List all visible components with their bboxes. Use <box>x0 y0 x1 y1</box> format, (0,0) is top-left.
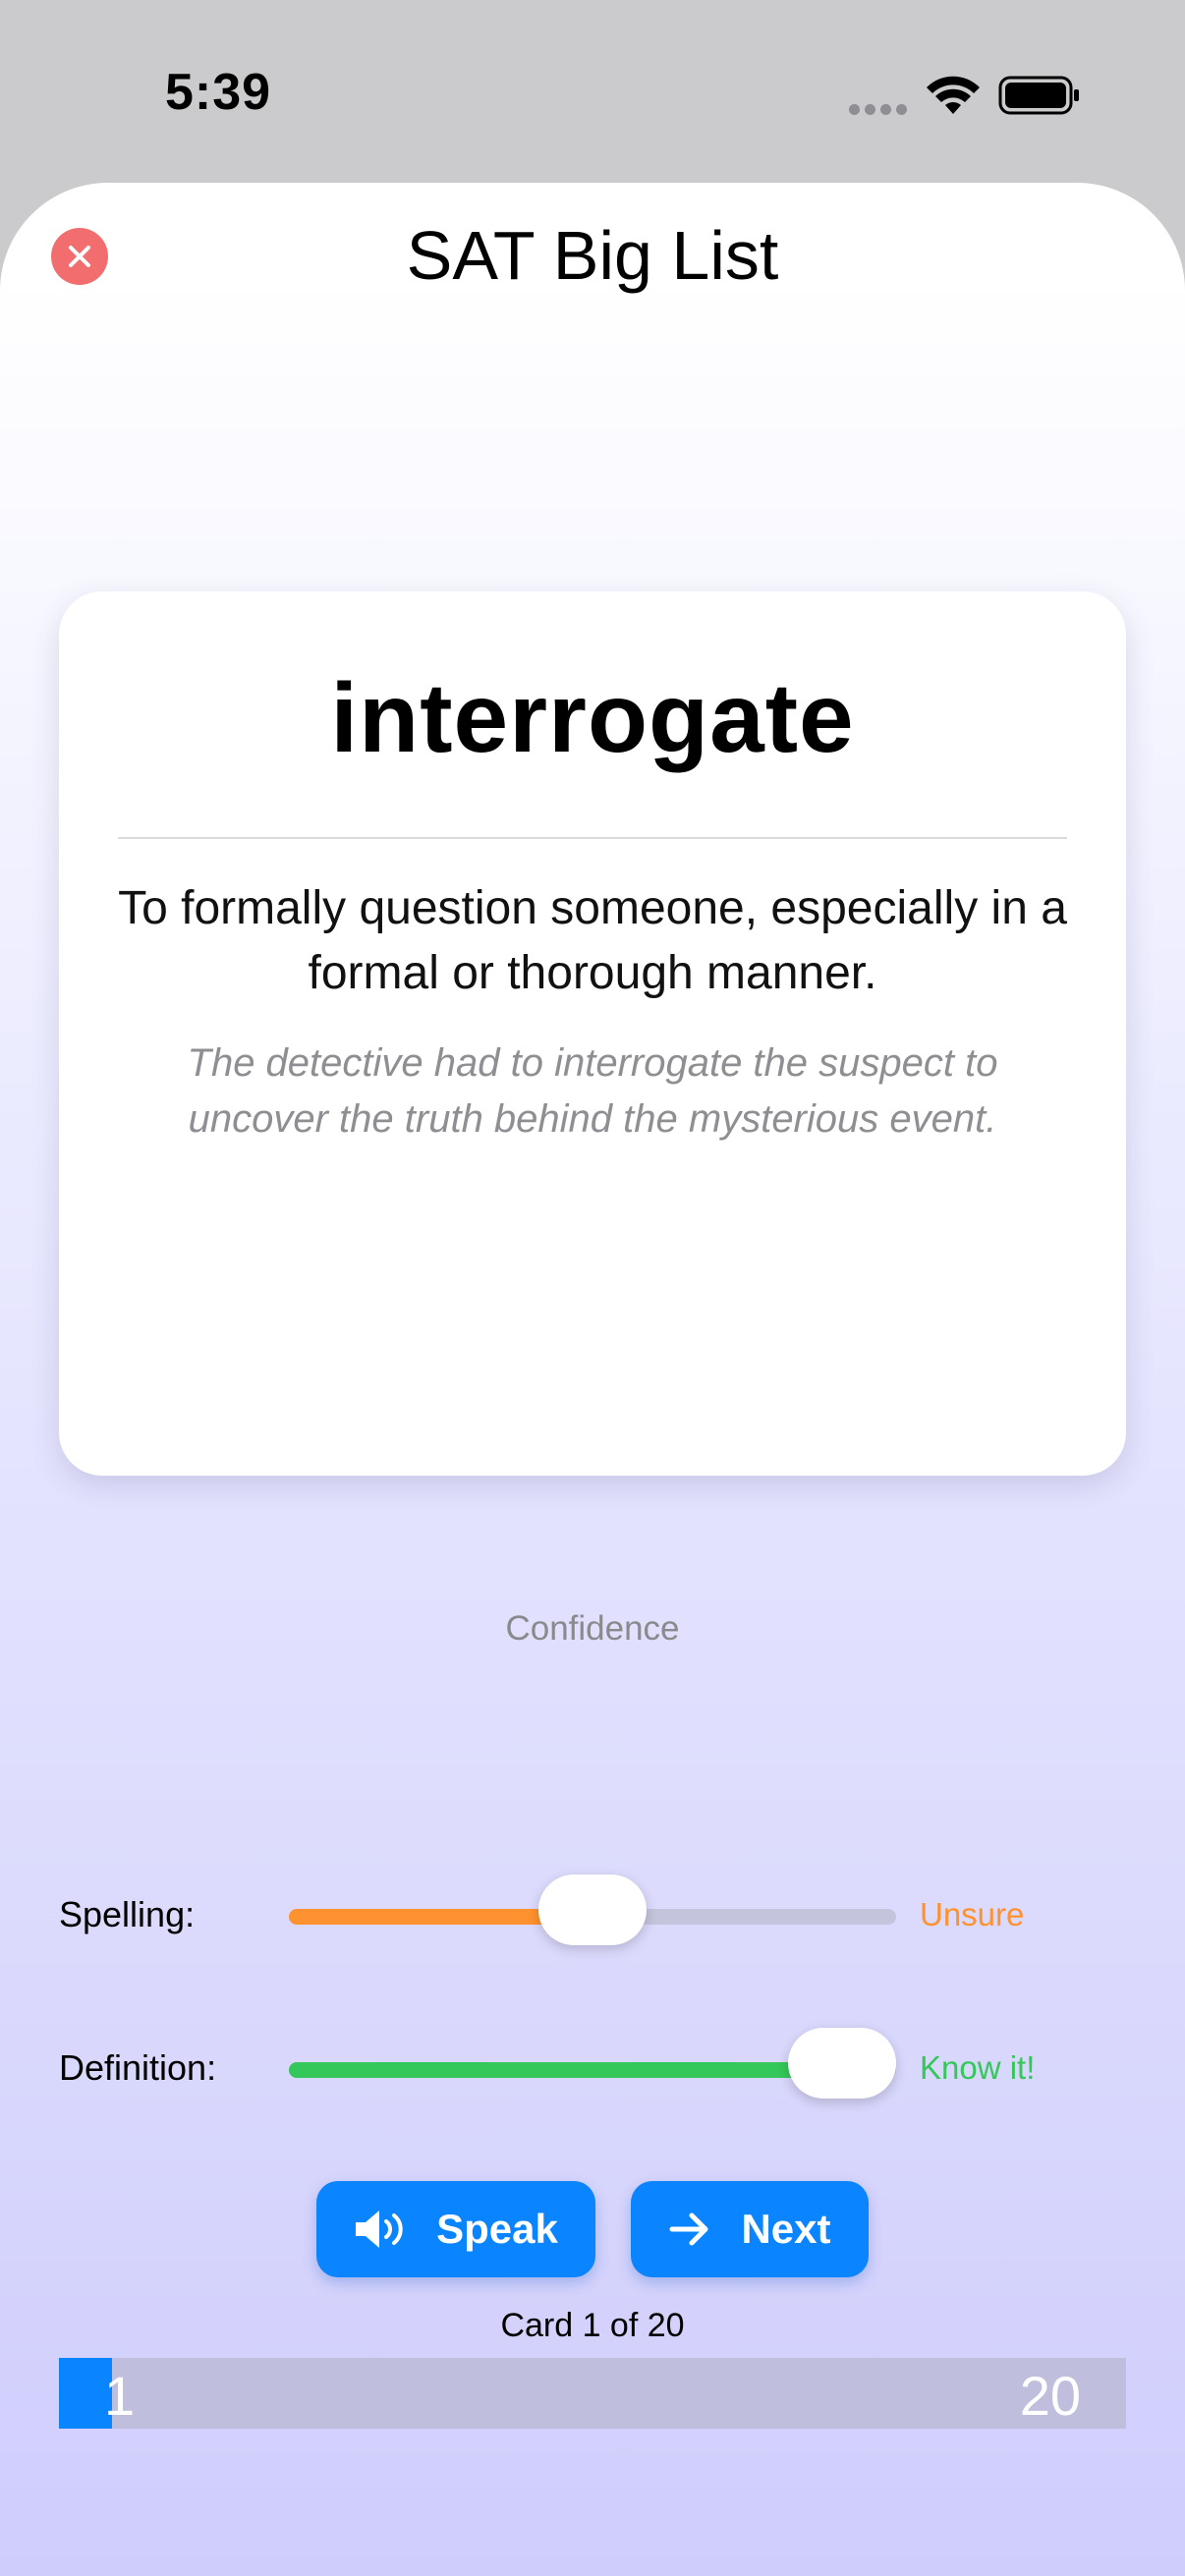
definition-slider-fill <box>289 2062 842 2078</box>
next-button-label: Next <box>741 2206 831 2252</box>
card-definition: To formally question someone, especially… <box>118 882 1067 999</box>
card-counter: Card 1 of 20 <box>500 2307 685 2344</box>
flashcard[interactable]: interrogate To formally question someone… <box>59 591 1126 1476</box>
cellular-signal-icon <box>849 104 908 116</box>
definition-slider[interactable] <box>289 2028 896 2099</box>
speak-button[interactable]: Speak <box>316 2181 595 2277</box>
status-bar: 5:39 <box>0 0 1185 187</box>
spelling-slider[interactable] <box>289 1875 896 1945</box>
spelling-slider-thumb[interactable] <box>538 1875 647 1945</box>
arrow-right-icon <box>669 2212 708 2246</box>
next-button[interactable]: Next <box>631 2181 869 2277</box>
progress-bar: 1 20 <box>59 2358 1126 2429</box>
definition-label: Definition: <box>59 2047 217 2088</box>
wifi-icon <box>927 76 980 114</box>
progress-start-label: 1 <box>104 2365 136 2427</box>
spelling-label: Spelling: <box>59 1894 196 1934</box>
card-example: The detective had to interrogate the sus… <box>187 1041 998 1141</box>
speaker-icon <box>356 2211 403 2248</box>
spelling-status: Unsure <box>920 1896 1025 1932</box>
speak-button-label: Speak <box>436 2206 558 2252</box>
page-title: SAT Big List <box>406 217 779 294</box>
battery-icon <box>998 76 1079 115</box>
card-word: interrogate <box>330 663 855 773</box>
definition-status: Know it! <box>920 2049 1036 2086</box>
status-time: 5:39 <box>165 64 272 121</box>
definition-slider-thumb[interactable] <box>788 2028 896 2099</box>
card-divider <box>118 837 1067 839</box>
progress-end-label: 20 <box>1019 2365 1081 2427</box>
confidence-label: Confidence <box>505 1609 680 1648</box>
